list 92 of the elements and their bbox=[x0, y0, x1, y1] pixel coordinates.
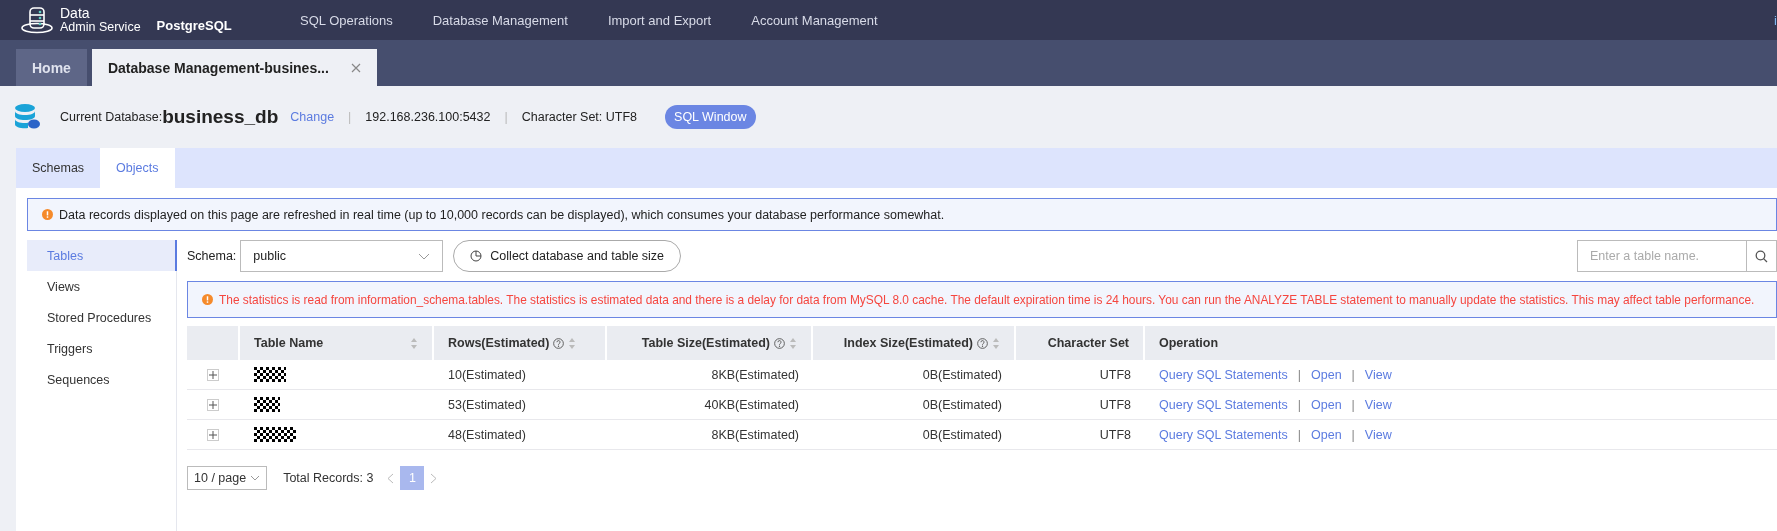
sort-icon[interactable] bbox=[568, 336, 577, 350]
sort-icon[interactable] bbox=[992, 336, 1000, 350]
info-icon bbox=[202, 294, 213, 305]
character-set: Character Set: UTF8 bbox=[521, 110, 638, 124]
help-icon[interactable] bbox=[774, 337, 785, 349]
column-header[interactable]: Table Name bbox=[240, 326, 434, 360]
schema-label: Schema: bbox=[187, 249, 237, 263]
sort-icon[interactable] bbox=[410, 336, 418, 350]
table-cell: 10(Estimated) bbox=[448, 367, 526, 382]
column-header: Operation bbox=[1145, 326, 1777, 360]
page-tab[interactable]: Database Management-busines... bbox=[91, 49, 377, 86]
help-icon[interactable] bbox=[553, 337, 565, 349]
help-icon[interactable] bbox=[977, 337, 988, 349]
table-cell: UTF8 bbox=[1099, 427, 1131, 442]
collect-size-button[interactable]: Collect database and table size bbox=[453, 240, 682, 272]
action-link[interactable]: Query SQL Statements bbox=[1159, 427, 1288, 442]
action-link[interactable]: View bbox=[1364, 427, 1392, 442]
action-link[interactable]: Open bbox=[1311, 427, 1342, 442]
search-button[interactable] bbox=[1747, 240, 1777, 272]
brand-subtitle: Admin Service bbox=[60, 20, 141, 34]
user-menu[interactable]: i bbox=[1774, 12, 1777, 28]
separator: | bbox=[1297, 427, 1301, 442]
separator: | bbox=[1297, 367, 1301, 382]
brand-title: Data bbox=[60, 6, 91, 21]
action-link[interactable]: Open bbox=[1311, 397, 1342, 412]
action-link[interactable]: Query SQL Statements bbox=[1159, 367, 1288, 382]
column-header[interactable]: Index Size(Estimated) bbox=[813, 326, 1016, 360]
total-records: Total Records: 3 bbox=[283, 471, 374, 485]
table-cell: 53(Estimated) bbox=[448, 397, 526, 412]
action-link[interactable]: Query SQL Statements bbox=[1159, 397, 1288, 412]
column-header[interactable]: Rows(Estimated) bbox=[434, 326, 607, 360]
nav-item[interactable]: Database Management bbox=[432, 12, 568, 28]
engine-label: PostgreSQL bbox=[156, 17, 232, 33]
search-icon bbox=[1755, 249, 1768, 263]
current-database-label: Current Database: bbox=[60, 110, 163, 124]
server-address: 192.168.236.100:5432 bbox=[365, 110, 491, 124]
expand-button[interactable] bbox=[207, 428, 219, 441]
table-cell: UTF8 bbox=[1099, 367, 1131, 382]
plus-icon bbox=[209, 400, 217, 409]
page-size-select[interactable]: 10 / page bbox=[187, 466, 268, 490]
tab[interactable]: Objects bbox=[100, 148, 175, 188]
table-cell: 0B(Estimated) bbox=[922, 367, 1002, 382]
redacted-name bbox=[254, 427, 296, 442]
database-name: business_db bbox=[162, 106, 279, 128]
table-cell: 8KB(Estimated) bbox=[711, 427, 799, 442]
action-link[interactable]: View bbox=[1364, 367, 1392, 382]
plus-icon bbox=[209, 430, 217, 439]
redacted-name bbox=[254, 397, 280, 412]
sidebar-item[interactable]: Views bbox=[27, 271, 177, 302]
sidebar-item[interactable]: Triggers bbox=[27, 333, 177, 364]
separator: | bbox=[504, 110, 508, 124]
table-cell: UTF8 bbox=[1099, 397, 1131, 412]
table-cell: 40KB(Estimated) bbox=[704, 397, 799, 412]
sidebar-item[interactable]: Stored Procedures bbox=[27, 302, 177, 333]
table-cell: 48(Estimated) bbox=[448, 427, 526, 442]
nav-item[interactable]: Import and Export bbox=[607, 12, 712, 28]
redacted-name bbox=[254, 367, 286, 382]
warning-text: The statistics is read from information_schema.tables. The statistics is estimated data and there is a delay for data from MySQL 8.0 cache. The default expiration time is 24 hours. You can run the ANALYZE TABLE statement to manually update the statistics. This may affect table performance. bbox=[219, 292, 1755, 307]
separator: | bbox=[1351, 427, 1355, 442]
sort-icon[interactable] bbox=[789, 336, 797, 350]
notice-text: Data records displayed on this page are refreshed in real time (up to 10,000 records can be displayed), which consumes your database performance somewhat. bbox=[59, 207, 945, 222]
database-icon bbox=[14, 103, 42, 131]
table-cell: 0B(Estimated) bbox=[922, 397, 1002, 412]
column-header[interactable]: Table Size(Estimated) bbox=[607, 326, 813, 360]
pie-chart-icon bbox=[470, 250, 483, 262]
sidebar-item[interactable]: Sequences bbox=[27, 364, 177, 395]
plus-icon bbox=[209, 370, 217, 379]
nav-item[interactable]: SQL Operations bbox=[300, 12, 393, 28]
close-icon[interactable] bbox=[350, 62, 361, 73]
table-cell: 8KB(Estimated) bbox=[711, 367, 799, 382]
separator: | bbox=[348, 110, 352, 124]
database-logo-icon bbox=[20, 6, 54, 34]
table-search-field[interactable]: Enter a table name. bbox=[1577, 240, 1747, 272]
tab[interactable]: Schemas bbox=[16, 148, 101, 188]
info-icon bbox=[42, 209, 53, 220]
next-page-icon[interactable] bbox=[430, 472, 438, 484]
expand-button[interactable] bbox=[207, 398, 219, 411]
chevron-down-icon bbox=[418, 252, 431, 260]
column-header: Character Set bbox=[1016, 326, 1145, 360]
separator: | bbox=[1351, 367, 1355, 382]
change-link[interactable]: Change bbox=[290, 110, 335, 124]
previous-page-icon[interactable] bbox=[387, 472, 395, 484]
page-tab[interactable]: Home bbox=[16, 49, 87, 86]
separator: | bbox=[1297, 397, 1301, 412]
action-link[interactable]: View bbox=[1364, 397, 1392, 412]
expand-button[interactable] bbox=[207, 368, 219, 381]
table-cell: 0B(Estimated) bbox=[922, 427, 1002, 442]
action-link[interactable]: Open bbox=[1311, 367, 1342, 382]
schema-select[interactable]: public bbox=[240, 240, 444, 272]
separator: | bbox=[1351, 397, 1355, 412]
nav-item[interactable]: Account Management bbox=[751, 12, 878, 28]
chevron-down-icon bbox=[250, 475, 261, 481]
